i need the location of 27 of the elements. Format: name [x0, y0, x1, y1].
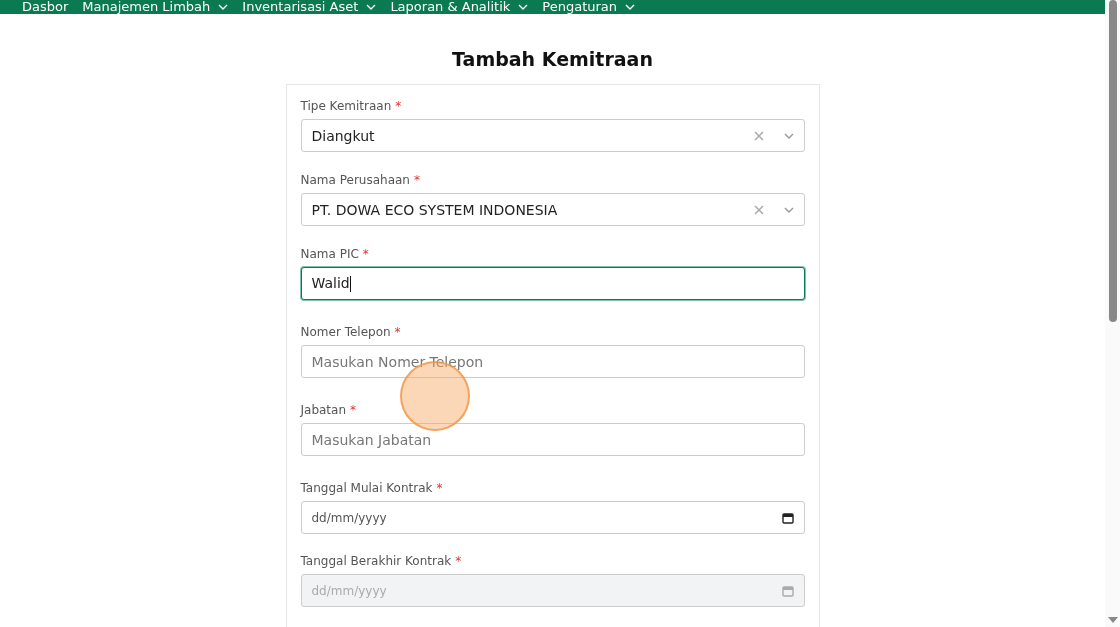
field-label: Nama Perusahaan * [300, 173, 421, 187]
field-label: Tanggal Mulai Kontrak * [300, 481, 444, 495]
nav-item[interactable]: Dasbor [22, 0, 69, 14]
field-label: Nama PIC * [300, 247, 370, 261]
chevron-down-icon [783, 206, 794, 213]
select-field[interactable]: PT. DOWA ECO SYSTEM INDONESIA [300, 193, 805, 226]
field-label: Tipe Kemitraan * [300, 99, 403, 113]
field-label: Tanggal Berakhir Kontrak * [300, 554, 463, 568]
clear-icon[interactable] [753, 204, 764, 215]
input-field[interactable]: Masukan Jabatan [300, 423, 805, 456]
page-title: Tambah Kemitraan [451, 48, 654, 70]
chevron-down-icon [783, 132, 794, 139]
nav-item[interactable]: Laporan & Analitik [390, 0, 529, 14]
field-label: Nomer Telepon * [300, 325, 402, 339]
input-field[interactable]: Walid [300, 267, 805, 300]
scroll-down-icon[interactable] [1108, 617, 1118, 623]
scrollbar[interactable] [1105, 0, 1120, 627]
input-field[interactable]: Masukan Nomer Telepon [300, 345, 805, 378]
nav-item[interactable]: Inventarisasi Aset [242, 0, 377, 14]
calendar-icon[interactable] [781, 511, 794, 524]
scrollbar-thumb[interactable] [1109, 0, 1117, 322]
nav-item[interactable]: Manajemen Limbah [82, 0, 229, 14]
nav-item[interactable]: Pengaturan [542, 0, 636, 14]
select-field[interactable]: Diangkut [300, 119, 805, 152]
clear-icon[interactable] [753, 130, 764, 141]
field-label: Jabatan * [300, 403, 358, 417]
date-field[interactable]: dd/mm/yyyy [300, 501, 805, 534]
